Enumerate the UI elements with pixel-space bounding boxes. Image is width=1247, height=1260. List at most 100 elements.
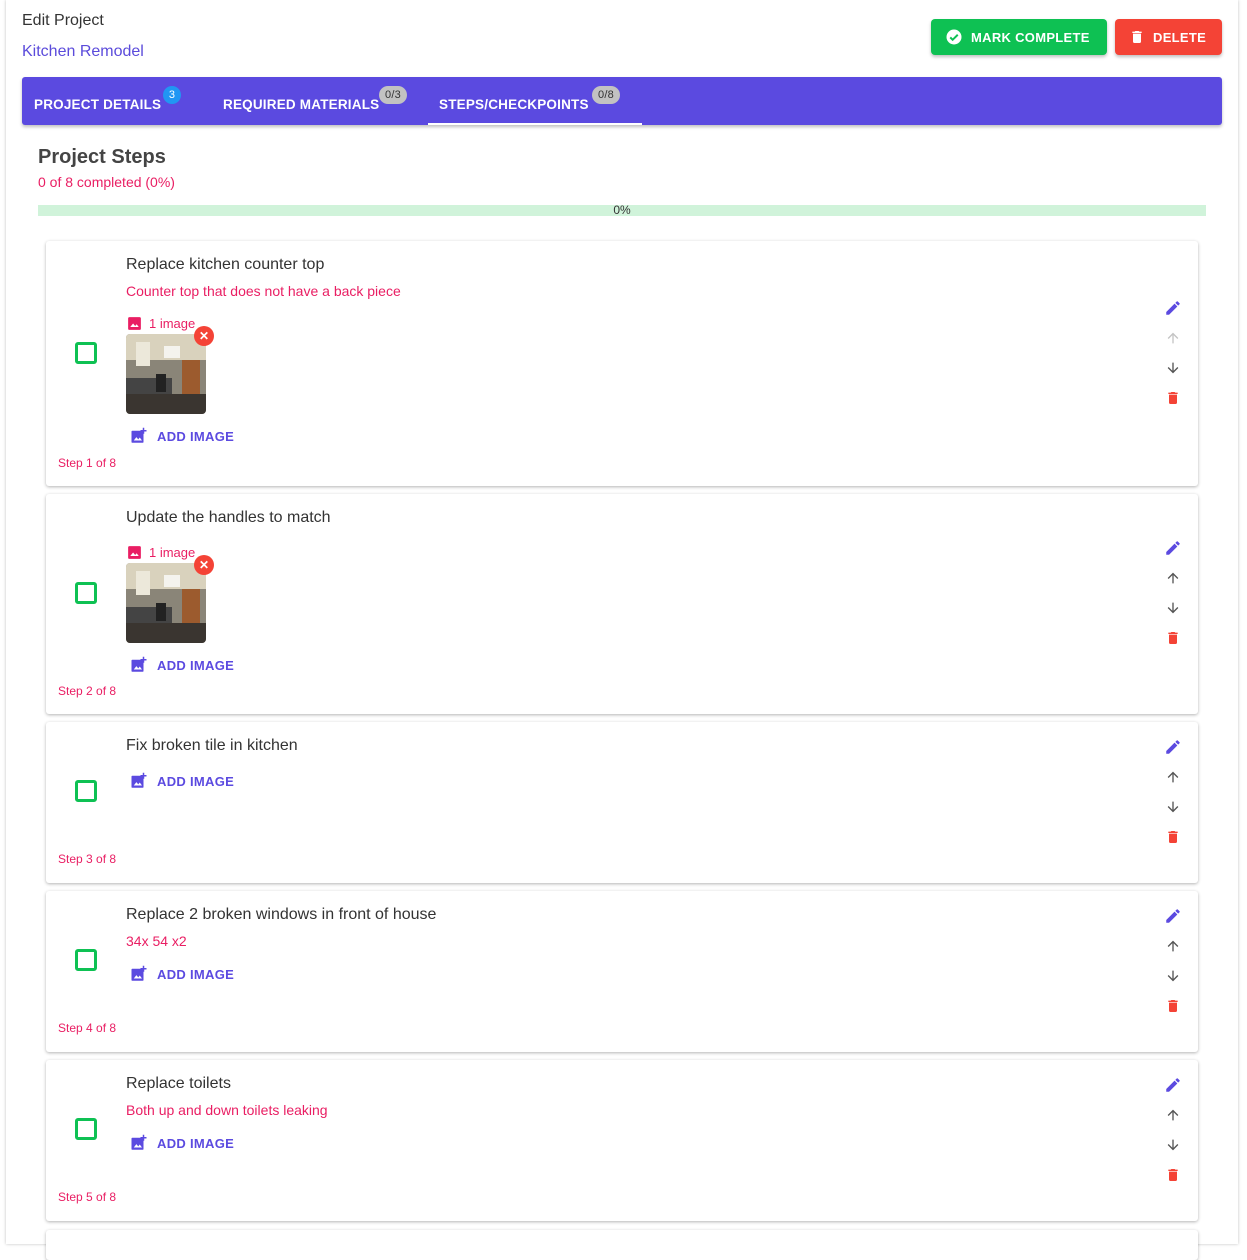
close-icon: ✕ xyxy=(198,329,210,343)
add-image-label: ADD IMAGE xyxy=(157,773,235,789)
kitchen-photo xyxy=(126,334,206,414)
edit-step-button[interactable] xyxy=(1163,298,1183,318)
step-title: Update the handles to match xyxy=(126,509,331,526)
step-checkbox[interactable] xyxy=(75,342,97,364)
image-count-label: 1 image xyxy=(149,316,196,331)
trash-icon xyxy=(1168,632,1178,644)
trash-icon xyxy=(1132,31,1142,43)
add-photo-icon xyxy=(131,772,147,788)
image-count: 1 image xyxy=(126,315,195,332)
image-count-label: 1 image xyxy=(149,545,196,560)
mark-complete-button[interactable]: MARK COMPLETE xyxy=(931,19,1107,55)
arrow-down-icon xyxy=(1167,602,1179,614)
edit-icon xyxy=(1166,301,1180,315)
remove-image-button[interactable]: ✕ xyxy=(194,555,214,575)
add-image-label: ADD IMAGE xyxy=(157,428,235,444)
tab-label: STEPS/CHECKPOINTS xyxy=(439,96,589,112)
add-image-button[interactable]: ADD IMAGE xyxy=(130,965,234,983)
add-photo-icon xyxy=(131,1134,147,1150)
edit-icon xyxy=(1166,740,1180,754)
add-image-button[interactable]: ADD IMAGE xyxy=(130,1134,234,1152)
close-icon: ✕ xyxy=(198,558,210,572)
check-circle-icon xyxy=(946,29,962,45)
add-image-label: ADD IMAGE xyxy=(157,966,235,982)
step-checkbox[interactable] xyxy=(75,1118,97,1140)
edit-icon xyxy=(1166,541,1180,555)
mark-complete-label: MARK COMPLETE xyxy=(971,29,1090,45)
step-title: Replace kitchen counter top xyxy=(126,256,325,273)
move-down-button[interactable] xyxy=(1163,598,1183,618)
tab-label: PROJECT DETAILS xyxy=(34,96,162,112)
step-card: Update the handles to match 1 image ✕ AD… xyxy=(46,494,1198,714)
tab-project-details[interactable]: PROJECT DETAILS 3 xyxy=(34,77,181,125)
kitchen-photo xyxy=(126,563,206,643)
edit-project-page: Edit Project Kitchen Remodel MARK COMPLE… xyxy=(6,0,1238,1260)
add-image-button[interactable]: ADD IMAGE xyxy=(130,656,234,674)
step-checkbox[interactable] xyxy=(75,949,97,971)
trash-icon xyxy=(1168,392,1178,404)
step-card: Replace toilets Both up and down toilets… xyxy=(46,1060,1198,1221)
progress-label: 0% xyxy=(613,203,631,217)
tab-required-materials[interactable]: REQUIRED MATERIALS 0/3 xyxy=(223,77,407,125)
trash-icon xyxy=(1168,1169,1178,1181)
step-title: Replace toilets xyxy=(126,1075,231,1092)
step-number: Step 3 of 8 xyxy=(58,852,117,866)
tab-badge: 0/3 xyxy=(379,86,407,104)
step-number: Step 5 of 8 xyxy=(58,1190,117,1204)
edit-step-button[interactable] xyxy=(1163,1075,1183,1095)
step-description: Both up and down toilets leaking xyxy=(126,1102,328,1118)
add-image-button[interactable]: ADD IMAGE xyxy=(130,427,234,445)
move-up-button[interactable] xyxy=(1163,328,1183,348)
delete-step-button[interactable] xyxy=(1163,1165,1183,1185)
add-image-label: ADD IMAGE xyxy=(157,657,235,673)
delete-label: DELETE xyxy=(1153,29,1207,45)
edit-step-button[interactable] xyxy=(1163,737,1183,757)
active-tab-indicator xyxy=(428,123,642,125)
step-card: Replace kitchen counter top Counter top … xyxy=(46,241,1198,486)
step-card: Fix broken tile in kitchen ADD IMAGE Ste… xyxy=(46,722,1198,883)
step-checkbox[interactable] xyxy=(75,780,97,802)
tab-badge: 0/8 xyxy=(592,86,620,104)
step-image-thumbnail[interactable] xyxy=(126,334,206,414)
add-image-button[interactable]: ADD IMAGE xyxy=(130,772,234,790)
step-image-thumbnail[interactable] xyxy=(126,563,206,643)
edit-step-button[interactable] xyxy=(1163,538,1183,558)
arrow-up-icon xyxy=(1167,771,1179,783)
image-count: 1 image xyxy=(126,544,195,561)
project-name: Kitchen Remodel xyxy=(22,43,144,60)
step-number: Step 2 of 8 xyxy=(58,684,117,698)
delete-step-button[interactable] xyxy=(1163,996,1183,1016)
move-down-button[interactable] xyxy=(1163,797,1183,817)
arrow-up-icon xyxy=(1167,572,1179,584)
move-up-button[interactable] xyxy=(1163,568,1183,588)
edit-step-button[interactable] xyxy=(1163,906,1183,926)
step-number: Step 4 of 8 xyxy=(58,1021,117,1035)
move-up-button[interactable] xyxy=(1163,767,1183,787)
add-photo-icon xyxy=(131,427,147,443)
move-up-button[interactable] xyxy=(1163,1105,1183,1125)
delete-step-button[interactable] xyxy=(1163,628,1183,648)
add-image-label: ADD IMAGE xyxy=(157,1135,235,1151)
move-down-button[interactable] xyxy=(1163,966,1183,986)
delete-step-button[interactable] xyxy=(1163,388,1183,408)
step-title: Fix broken tile in kitchen xyxy=(126,737,298,754)
tab-steps-checkpoints[interactable]: STEPS/CHECKPOINTS 0/8 xyxy=(439,77,620,125)
add-photo-icon xyxy=(131,656,147,672)
delete-project-button[interactable]: DELETE xyxy=(1115,19,1222,55)
arrow-down-icon xyxy=(1167,970,1179,982)
tab-label: REQUIRED MATERIALS xyxy=(223,96,380,112)
completion-summary: 0 of 8 completed (0%) xyxy=(38,174,175,190)
trash-icon xyxy=(1168,1000,1178,1012)
arrow-down-icon xyxy=(1167,1139,1179,1151)
delete-step-button[interactable] xyxy=(1163,827,1183,847)
step-description: 34x 54 x2 xyxy=(126,933,187,949)
move-up-button[interactable] xyxy=(1163,936,1183,956)
add-photo-icon xyxy=(131,965,147,981)
move-down-button[interactable] xyxy=(1163,358,1183,378)
arrow-down-icon xyxy=(1167,362,1179,374)
image-icon xyxy=(128,317,141,330)
remove-image-button[interactable]: ✕ xyxy=(194,326,214,346)
step-checkbox[interactable] xyxy=(75,582,97,604)
move-down-button[interactable] xyxy=(1163,1135,1183,1155)
progress-bar: 0% xyxy=(38,203,1206,217)
